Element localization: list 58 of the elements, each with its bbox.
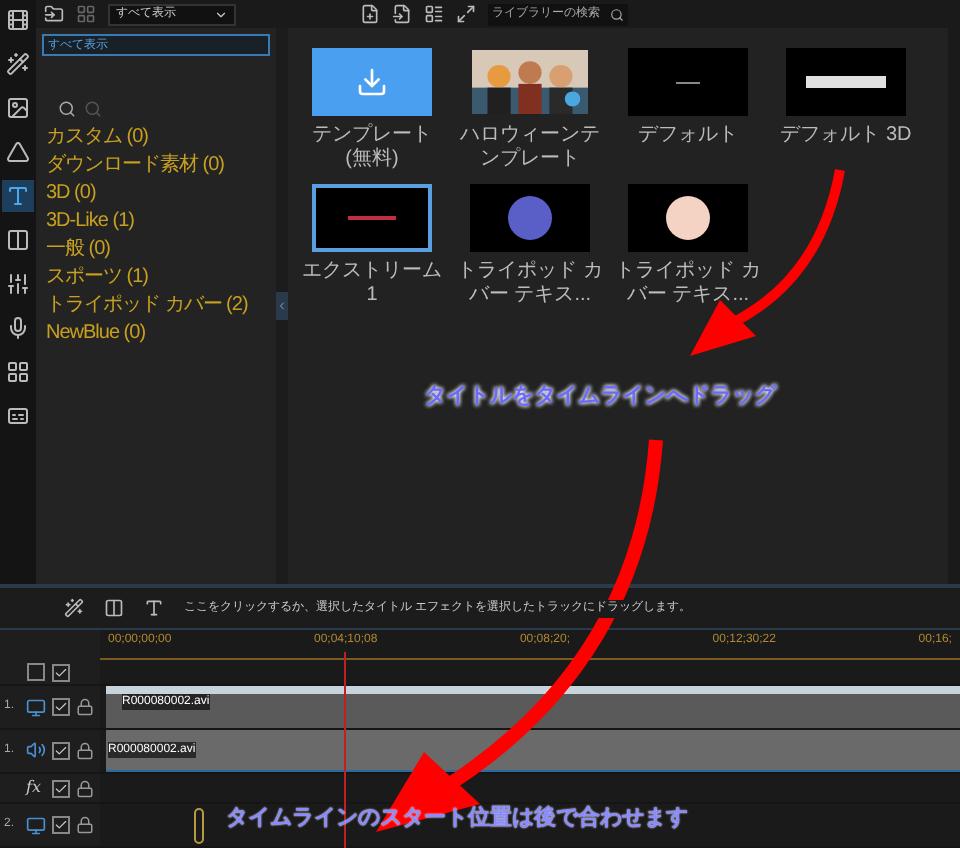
monitor-icon bbox=[26, 697, 46, 718]
checkbox[interactable] bbox=[52, 779, 70, 798]
annotation-text: タイトルをタイムラインへドラッグ bbox=[424, 382, 776, 412]
template-thumbnail[interactable] bbox=[312, 48, 432, 116]
film-icon[interactable] bbox=[2, 4, 34, 36]
file-icon[interactable] bbox=[392, 4, 412, 24]
template-label: デフォルト 3D bbox=[778, 124, 914, 148]
clip-placeholder bbox=[194, 808, 204, 845]
search-icon[interactable] bbox=[610, 7, 624, 21]
monitor-icon bbox=[26, 815, 46, 836]
category-item[interactable]: NewBlue (0) bbox=[42, 322, 270, 346]
chevron-left-icon bbox=[276, 300, 288, 313]
template-thumbnail[interactable] bbox=[312, 184, 432, 252]
image-icon[interactable] bbox=[2, 92, 34, 124]
template-thumbnail[interactable] bbox=[628, 48, 748, 116]
template-label: テンプレート (無料) bbox=[310, 124, 434, 172]
import-icon[interactable] bbox=[44, 4, 64, 24]
template-thumbnail[interactable] bbox=[628, 184, 748, 252]
checkbox[interactable] bbox=[52, 663, 70, 682]
lock-icon[interactable] bbox=[76, 779, 94, 798]
category-item[interactable]: 3D-Like (1) bbox=[42, 210, 270, 234]
file-plus-icon[interactable] bbox=[360, 4, 380, 24]
magic-icon[interactable] bbox=[64, 598, 84, 619]
triangle-icon[interactable] bbox=[2, 136, 34, 168]
fx-label: fx bbox=[26, 778, 43, 799]
template-label: エクストリーム 1 bbox=[300, 260, 444, 308]
insert-icon[interactable] bbox=[104, 598, 124, 619]
speaker-icon bbox=[26, 740, 46, 761]
checkbox[interactable] bbox=[52, 741, 70, 760]
checkbox[interactable] bbox=[52, 816, 70, 835]
collapse-tab[interactable] bbox=[276, 292, 288, 321]
text-icon[interactable] bbox=[144, 598, 164, 619]
chevron-down-icon bbox=[214, 7, 228, 21]
template-thumbnail[interactable] bbox=[470, 184, 590, 252]
template-label: ハロウィーンテンプレート bbox=[458, 124, 602, 172]
lock-icon[interactable] bbox=[76, 816, 94, 835]
checkbox[interactable] bbox=[52, 698, 70, 717]
category-item[interactable]: カスタム (0) bbox=[42, 126, 270, 150]
text-icon[interactable] bbox=[2, 180, 34, 212]
square-icon[interactable] bbox=[26, 662, 46, 683]
wand-icon[interactable] bbox=[2, 48, 34, 80]
download-icon bbox=[356, 66, 388, 98]
category-item[interactable]: トライポッド カバー (2) bbox=[42, 294, 270, 318]
category-item[interactable]: 3D (0) bbox=[42, 182, 270, 206]
sort-icon[interactable] bbox=[424, 4, 444, 24]
category-item[interactable]: スポーツ (1) bbox=[42, 266, 270, 290]
category-item[interactable]: ダウンロード素材 (0) bbox=[42, 154, 270, 178]
columns-icon[interactable] bbox=[2, 224, 34, 256]
template-label: トライポッド カバー テキス... bbox=[455, 260, 605, 308]
sliders-icon[interactable] bbox=[2, 268, 34, 300]
expand-icon[interactable] bbox=[456, 4, 476, 24]
template-label: デフォルト bbox=[636, 124, 740, 148]
template-label: トライポッド カバー テキス... bbox=[613, 260, 763, 308]
template-thumbnail[interactable] bbox=[786, 48, 906, 116]
lock-icon[interactable] bbox=[76, 698, 94, 717]
lock-icon[interactable] bbox=[76, 741, 94, 760]
grid-icon[interactable] bbox=[2, 356, 34, 388]
category-item[interactable]: 一般 (0) bbox=[42, 238, 270, 262]
